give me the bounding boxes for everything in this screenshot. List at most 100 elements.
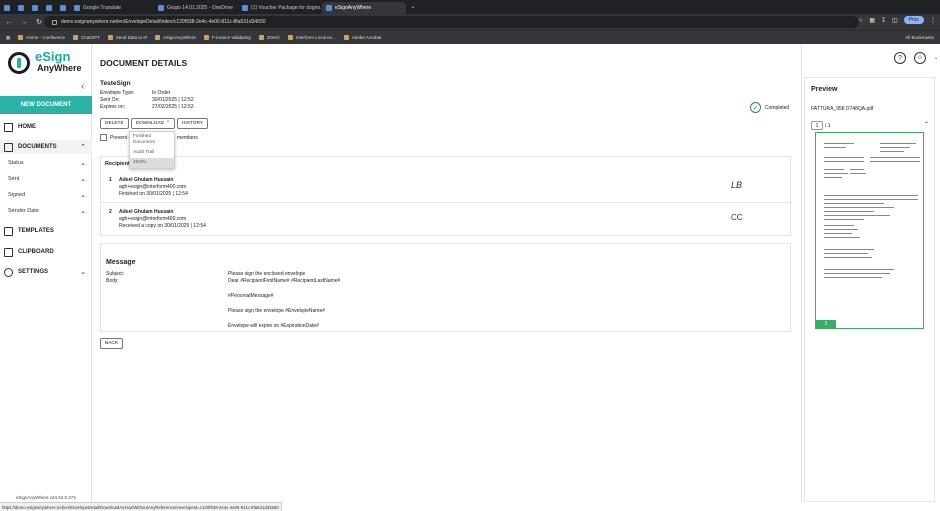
pinned-tab[interactable] (42, 2, 56, 14)
filter-status[interactable]: Status ⌄ (0, 156, 92, 170)
browser-tab[interactable]: eSignAnyWhere (322, 2, 406, 14)
chevron-down-icon[interactable]: ⌄ (80, 175, 86, 183)
browser-tab[interactable]: Grupo 14.01.2025 - OneDrive (154, 2, 238, 14)
bookmark-item[interactable]: Adobe Acrobat (343, 35, 381, 40)
bookmark-item[interactable]: F-invoice Validating (203, 35, 251, 40)
bookmark-item[interactable]: Send Data to IF (107, 35, 147, 40)
thumbnail-text-line (880, 143, 916, 144)
extensions-icon[interactable]: ▦ (869, 17, 875, 24)
page-title: DOCUMENT DETAILS (100, 58, 188, 68)
status-text: Completed (765, 104, 790, 111)
bookmark-item[interactable]: Home - Confluence (18, 35, 65, 40)
recipients-panel: Recipient 1 Adeel Ghulam Hussain agh+esi… (100, 156, 791, 236)
download-button[interactable]: DOWNLOAD ⌃ (130, 118, 175, 129)
chevron-down-icon[interactable]: ⌄ (80, 207, 86, 215)
bookmark-item[interactable]: eSignAnyWhere (155, 35, 196, 40)
main-content: DOCUMENT DETAILS TesteSign Envelope Type… (92, 44, 801, 502)
bookmark-label: eSignAnyWhere (163, 35, 196, 40)
chevron-up-icon[interactable]: ⌃ (80, 143, 86, 151)
esign-logo[interactable]: eSign AnyWhere (8, 50, 86, 76)
pinned-tab[interactable] (28, 2, 42, 14)
all-bookmarks[interactable]: All Bookmarks (905, 35, 934, 40)
message-body-line: Dear #RecipientFirstName# #RecipientLast… (228, 278, 341, 284)
help-icon[interactable]: ? (894, 52, 906, 64)
chevron-down-icon[interactable]: ⌄ (80, 268, 86, 276)
pinned-tab[interactable] (56, 2, 70, 14)
nav-home-label: HOME (18, 124, 36, 130)
thumbnail-text-line (824, 253, 868, 254)
tab-label: Grupo 14.01.2025 - OneDrive (167, 5, 233, 11)
bookmark-item[interactable]: ChatGPT (73, 35, 100, 40)
menu-item-audit-trail[interactable]: Audit Trail (130, 148, 174, 158)
chevron-down-icon[interactable]: ⌄ (80, 159, 86, 167)
meta-value: In Order (152, 90, 171, 96)
gear-icon (4, 267, 13, 277)
page-thumbnail[interactable]: 1 (815, 132, 924, 329)
browser-tab[interactable]: Google Translate (70, 2, 154, 14)
url-text: demo.esignanywhere.net/en/EnvelopeDetail… (61, 19, 266, 25)
thumbnail-text-line (824, 211, 874, 212)
back-icon[interactable]: ← (3, 16, 15, 28)
message-body-line: Envelope will expire on #ExpirationDate# (228, 323, 319, 329)
delete-button[interactable]: DELETE (100, 118, 129, 129)
collapse-sidebar-icon[interactable]: ‹ (81, 81, 84, 92)
site-info-icon[interactable] (52, 19, 57, 25)
thumbnail-text-line (880, 147, 910, 148)
thumbnail-text-line (824, 225, 854, 226)
nav-documents[interactable]: DOCUMENTS ⌃ (0, 140, 92, 154)
new-tab-icon[interactable]: + (406, 2, 420, 14)
bookmark-item[interactable]: Interform Local en... (287, 35, 336, 40)
chevron-down-icon (4, 5, 10, 11)
back-button[interactable]: BACK (100, 338, 124, 349)
user-icon[interactable]: ☺ (914, 52, 926, 64)
meta-value: 30/01/2025 | 12:52 (152, 97, 194, 103)
recipient-email: agh+esign@interform400.com (119, 184, 187, 190)
downloads-icon[interactable]: ↧ (881, 17, 886, 24)
menu-icon[interactable]: ⋮ (930, 17, 936, 24)
pinned-tab[interactable] (14, 2, 28, 14)
new-document-button[interactable]: NEW DOCUMENT (0, 96, 92, 114)
logo-mark-icon (8, 52, 30, 74)
thumbnail-text-line (824, 203, 884, 204)
bookmark-icon (107, 35, 113, 40)
chevron-down-icon[interactable]: ⌄ (80, 191, 86, 199)
pinned-tab[interactable] (0, 2, 14, 14)
meta-row: Sent On: 30/01/2025 | 12:52 (100, 97, 194, 104)
menu-item-finished-document[interactable]: Finished Document (130, 132, 174, 148)
nav-home[interactable]: HOME (0, 120, 92, 134)
preview-filename[interactable]: FATTURA_958 D748QA.pdf (811, 106, 873, 112)
preview-panel: Preview FATTURA_958 D748QA.pdf 1 / 1 ⌃ 1 (801, 44, 940, 502)
filter-signed[interactable]: Signed ⌄ (0, 188, 92, 202)
prevent-label: Prevent c (110, 134, 132, 141)
menu-item-json[interactable]: JSON (130, 158, 174, 168)
chevron-down-icon[interactable]: ⌄ (934, 55, 938, 61)
clipboard-icon (4, 247, 13, 257)
nav-templates[interactable]: TEMPLATES (0, 224, 92, 238)
bookmark-icon (343, 35, 349, 40)
thumbnail-text-line (824, 147, 846, 148)
filter-sent-label: Sent (8, 176, 20, 182)
bookmark-label: Home - Confluence (26, 35, 66, 40)
chevron-up-icon[interactable]: ⌃ (924, 121, 929, 128)
bookmark-star-icon[interactable]: ☆ (858, 17, 863, 24)
url-field[interactable]: demo.esignanywhere.net/en/EnvelopeDetail… (44, 16, 859, 28)
split-view-icon[interactable]: ◫ (892, 17, 898, 24)
profile-button[interactable]: Proc (903, 16, 924, 24)
prevent-checkbox[interactable] (100, 134, 107, 141)
page-input[interactable]: 1 (811, 121, 823, 130)
nav-settings[interactable]: SETTINGS ⌄ (0, 265, 92, 279)
history-button[interactable]: HISTORY (176, 118, 209, 129)
browser-actions: ☆ ▦ ↧ ◫ Proc ⋮ (858, 16, 936, 24)
thumbnail-text-line (824, 233, 852, 234)
bookmark-item[interactable]: ZOHO (258, 35, 280, 40)
tab-label: eSignAnyWhere (335, 5, 372, 11)
filter-sender-date[interactable]: Sender Date ⌄ (0, 204, 92, 218)
filter-signed-label: Signed (8, 192, 26, 198)
nav-clipboard[interactable]: CLIPBOARD (0, 245, 92, 259)
esign-icon (326, 5, 332, 11)
browser-tab[interactable]: (1) Voucher Package for dogno... (238, 2, 322, 14)
forward-icon[interactable]: → (18, 16, 30, 28)
thumbnail-text-line (824, 229, 858, 230)
apps-icon[interactable]: ▦ (6, 35, 10, 41)
filter-sent[interactable]: Sent ⌄ (0, 172, 92, 186)
